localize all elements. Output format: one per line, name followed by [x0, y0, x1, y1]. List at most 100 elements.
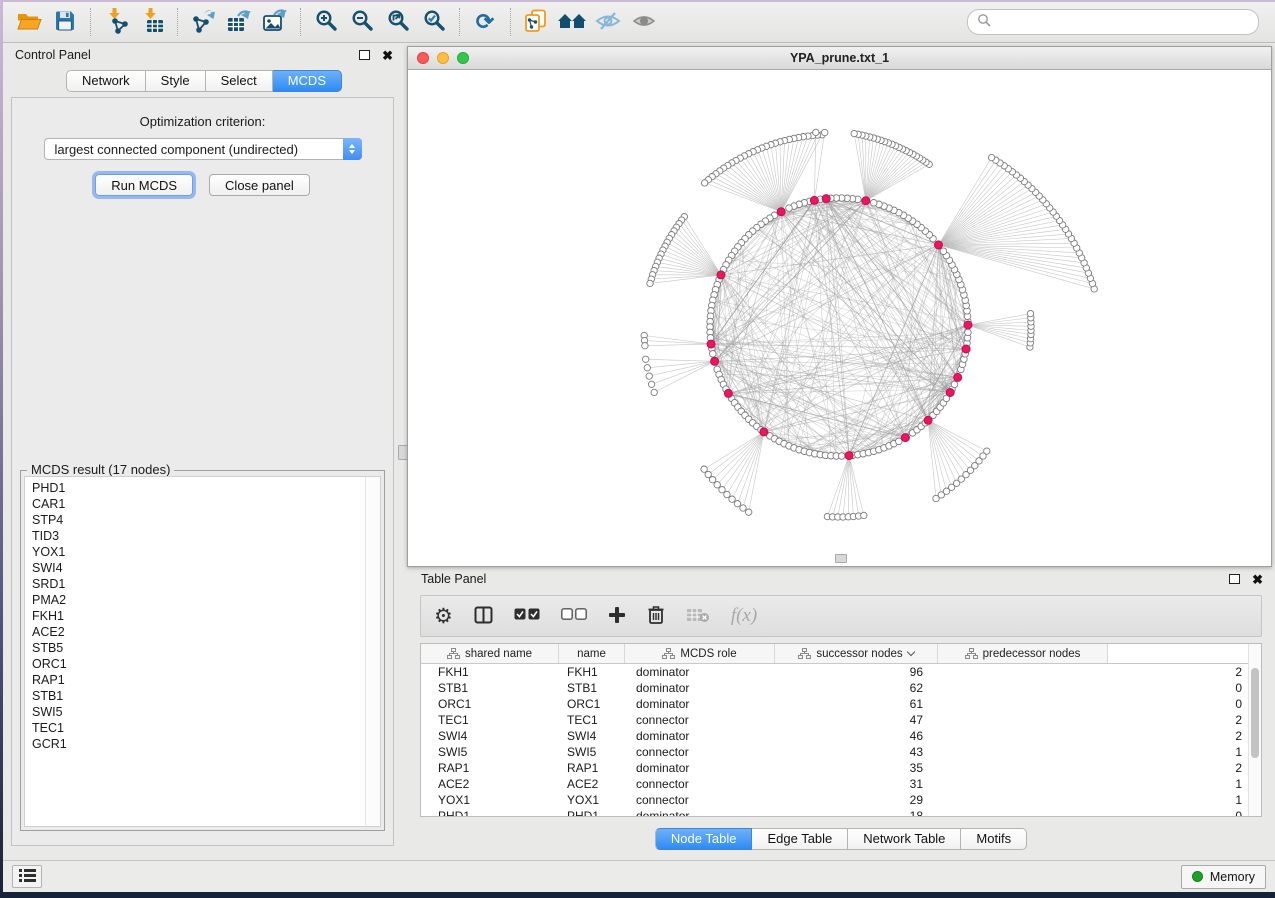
mcds-result-item[interactable]: SRD1: [32, 576, 380, 592]
table-cell: 0: [938, 681, 1258, 695]
table-row[interactable]: YOX1YOX1connector291: [421, 792, 1261, 808]
search-input[interactable]: [997, 14, 1249, 30]
mcds-result-item[interactable]: PHD1: [32, 480, 380, 496]
export-network-button[interactable]: [185, 7, 221, 37]
mcds-result-item[interactable]: TEC1: [32, 720, 380, 736]
show-all-button[interactable]: [626, 7, 662, 37]
close-panel-button[interactable]: Close panel: [209, 174, 310, 196]
mcds-result-item[interactable]: CAR1: [32, 496, 380, 512]
copy-views-button[interactable]: [518, 7, 554, 37]
unchecked-checkboxes-icon: [561, 608, 587, 624]
mcds-result-item[interactable]: YOX1: [32, 544, 380, 560]
column-header-MCDS-role[interactable]: MCDS role: [625, 644, 775, 663]
memory-button[interactable]: Memory: [1181, 865, 1266, 889]
table-row[interactable]: TEC1TEC1connector472: [421, 712, 1261, 728]
mcds-result-item[interactable]: PMA2: [32, 592, 380, 608]
show-columns-button[interactable]: [474, 602, 493, 630]
tab-network[interactable]: Network: [66, 70, 146, 92]
table-row[interactable]: SWI5SWI5connector431: [421, 744, 1261, 760]
optimization-criterion-select[interactable]: largest connected component (undirected): [44, 138, 362, 160]
column-header-predecessor-nodes[interactable]: predecessor nodes: [938, 644, 1108, 663]
refresh-button[interactable]: ⟳: [467, 7, 503, 37]
deselect-all-columns-button[interactable]: [561, 602, 587, 630]
mcds-list-scrollbar[interactable]: [365, 476, 381, 827]
app-window: ⟳ Control Panel ✖ NetworkStyleSelectMCDS…: [3, 2, 1275, 892]
network-canvas[interactable]: [408, 70, 1271, 567]
table-settings-button[interactable]: ⚙: [434, 602, 453, 630]
table-cell: ACE2: [421, 777, 559, 791]
refresh-icon: ⟳: [476, 11, 494, 33]
first-neighbors-button[interactable]: [554, 7, 590, 37]
float-table-panel-icon[interactable]: [1229, 574, 1240, 584]
hide-selected-button[interactable]: [590, 7, 626, 37]
delete-column-button[interactable]: [647, 602, 665, 630]
function-icon: f(x): [731, 605, 757, 627]
save-session-button[interactable]: [47, 7, 83, 37]
search-box[interactable]: [967, 9, 1259, 35]
tab-motifs[interactable]: Motifs: [961, 828, 1027, 850]
mcds-result-item[interactable]: RAP1: [32, 672, 380, 688]
table-row[interactable]: RAP1RAP1dominator352: [421, 760, 1261, 776]
table-row[interactable]: ACE2ACE2connector311: [421, 776, 1261, 792]
import-table-button[interactable]: [134, 7, 170, 37]
mcds-result-item[interactable]: TID3: [32, 528, 380, 544]
mcds-result-item[interactable]: STP4: [32, 512, 380, 528]
select-all-columns-button[interactable]: [514, 602, 540, 630]
column-header-successor-nodes[interactable]: successor nodes: [775, 644, 938, 663]
table-row[interactable]: SWI4SWI4dominator462: [421, 728, 1261, 744]
zoom-fit-button[interactable]: [380, 7, 416, 37]
table-toolbar: ⚙ f(x): [420, 595, 1262, 637]
import-network-button[interactable]: [98, 7, 134, 37]
mcds-result-item[interactable]: SWI5: [32, 704, 380, 720]
window-zoom-traffic-light[interactable]: [457, 52, 469, 64]
table-cell: SWI5: [421, 745, 559, 759]
table-row[interactable]: PHD1PHD1dominator180: [421, 808, 1261, 817]
tab-node-table[interactable]: Node Table: [655, 828, 753, 850]
table-scrollbar-thumb[interactable]: [1251, 668, 1259, 758]
float-panel-icon[interactable]: [359, 50, 370, 60]
delete-table-icon: [686, 607, 710, 626]
table-row[interactable]: STB1STB1dominator620: [421, 680, 1261, 696]
column-header-name[interactable]: name: [559, 644, 625, 663]
mcds-result-item[interactable]: STB1: [32, 688, 380, 704]
tab-network-table[interactable]: Network Table: [848, 828, 961, 850]
zoom-in-button[interactable]: [308, 7, 344, 37]
status-bar: Memory: [3, 860, 1275, 892]
table-scrollbar[interactable]: [1248, 644, 1261, 816]
zoom-selected-button[interactable]: [416, 7, 452, 37]
table-cell: 35: [775, 761, 938, 775]
window-minimize-traffic-light[interactable]: [437, 52, 449, 64]
mcds-result-item[interactable]: SWI4: [32, 560, 380, 576]
tab-select[interactable]: Select: [206, 70, 273, 92]
tab-style[interactable]: Style: [146, 70, 206, 92]
toolbar-separator: [177, 8, 178, 36]
create-column-button[interactable]: [608, 602, 626, 630]
table-row[interactable]: FKH1FKH1dominator962: [421, 664, 1261, 680]
column-header-shared-name[interactable]: shared name: [421, 644, 559, 663]
table-cell: connector: [625, 793, 775, 807]
mcds-result-item[interactable]: STB5: [32, 640, 380, 656]
tab-edge-table[interactable]: Edge Table: [752, 828, 848, 850]
task-history-button[interactable]: [12, 865, 42, 888]
export-table-button[interactable]: [221, 7, 257, 37]
mcds-result-item[interactable]: GCR1: [32, 736, 380, 752]
run-mcds-button[interactable]: Run MCDS: [95, 174, 193, 196]
mcds-result-item[interactable]: ACE2: [32, 624, 380, 640]
network-window-titlebar[interactable]: YPA_prune.txt_1: [408, 47, 1271, 70]
zoom-out-icon: [350, 8, 375, 36]
mcds-result-item[interactable]: ORC1: [32, 656, 380, 672]
window-close-traffic-light[interactable]: [417, 52, 429, 64]
zoom-out-button[interactable]: [344, 7, 380, 37]
export-image-button[interactable]: [257, 7, 293, 37]
mcds-result-list[interactable]: PHD1CAR1STP4TID3YOX1SWI4SRD1PMA2FKH1ACE2…: [24, 476, 381, 827]
close-table-panel-icon[interactable]: ✖: [1252, 573, 1263, 586]
mcds-result-item[interactable]: FKH1: [32, 608, 380, 624]
table-cell: 46: [775, 729, 938, 743]
table-cell: 47: [775, 713, 938, 727]
horizontal-splitter-grip[interactable]: [835, 554, 847, 563]
tab-mcds[interactable]: MCDS: [273, 70, 342, 92]
column-type-icon: [447, 648, 460, 659]
open-session-button[interactable]: [11, 7, 47, 37]
close-panel-icon[interactable]: ✖: [382, 49, 393, 62]
table-row[interactable]: ORC1ORC1dominator610: [421, 696, 1261, 712]
